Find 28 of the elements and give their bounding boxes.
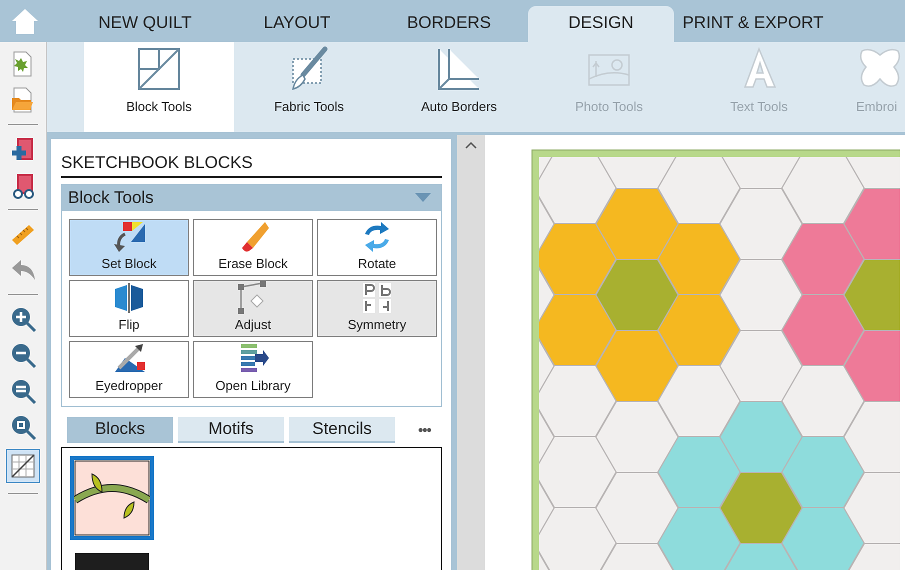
ribbon-tool-button[interactable]: Fabric Tools bbox=[234, 42, 384, 132]
nav-tab[interactable]: LAYOUT bbox=[224, 6, 370, 42]
nav-tab[interactable]: PRINT & EXPORT bbox=[680, 6, 826, 42]
block-grid-icon bbox=[135, 45, 183, 93]
block-tool-button[interactable]: Erase Block bbox=[193, 219, 313, 276]
panel-title: SKETCHBOOK BLOCKS bbox=[61, 149, 442, 178]
block-tool-button[interactable]: Rotate bbox=[317, 219, 437, 276]
block-tool-button[interactable]: Flip bbox=[69, 280, 189, 337]
library-tab[interactable]: Stencils bbox=[289, 417, 395, 443]
library-tab[interactable]: Motifs bbox=[178, 417, 284, 443]
zoom-fit-icon[interactable] bbox=[9, 413, 37, 441]
more-button[interactable]: ••• bbox=[418, 422, 431, 438]
grid-icon bbox=[10, 453, 36, 479]
block-tool-button[interactable]: Eyedropper bbox=[69, 341, 189, 398]
nav-tab[interactable]: NEW QUILT bbox=[72, 6, 218, 42]
library-tab[interactable]: Blocks bbox=[67, 417, 173, 443]
block-tool-button[interactable]: Open Library bbox=[193, 341, 313, 398]
set-block-icon bbox=[111, 220, 147, 254]
nav-tab[interactable]: BORDERS bbox=[376, 6, 522, 42]
zoom-in-icon[interactable] bbox=[9, 305, 37, 333]
ribbon-tool-button[interactable]: Block Tools bbox=[84, 42, 234, 132]
ribbon-tool-button[interactable]: Auto Borders bbox=[384, 42, 534, 132]
grid-toggle-button[interactable] bbox=[6, 449, 40, 483]
section-header[interactable]: Block Tools bbox=[62, 185, 441, 211]
zoom-out-icon[interactable] bbox=[9, 341, 37, 369]
zoom-equal-icon[interactable] bbox=[9, 377, 37, 405]
block-tool-button[interactable]: Set Block bbox=[69, 219, 189, 276]
nav-tab[interactable]: DESIGN bbox=[528, 6, 674, 42]
